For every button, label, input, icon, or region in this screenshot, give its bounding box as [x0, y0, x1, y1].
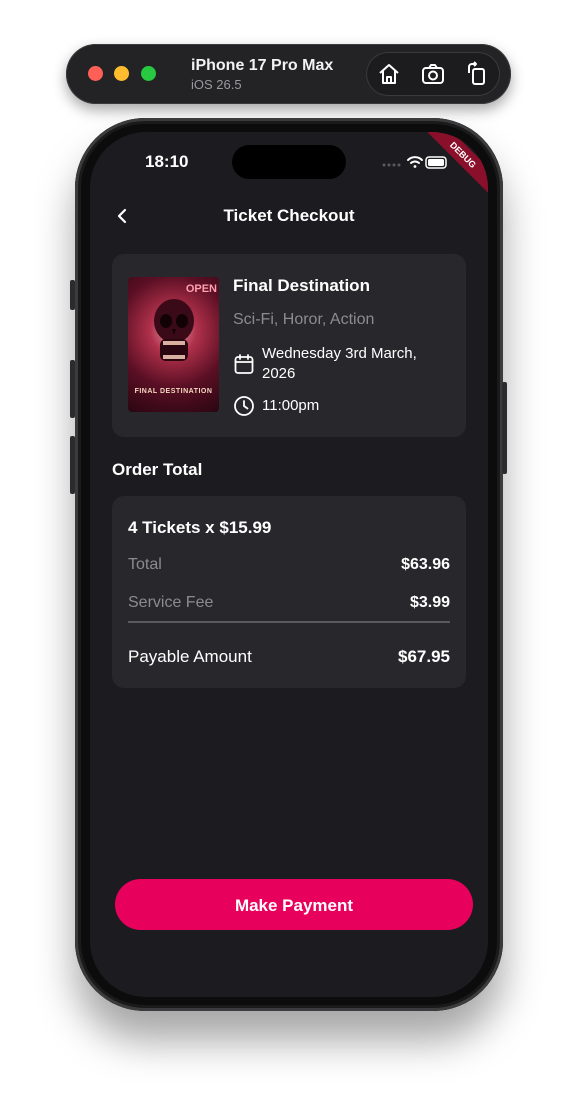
payable-value: $67.95: [398, 647, 450, 666]
device-name: iPhone 17 Pro Max: [191, 57, 334, 74]
poster-title: FINAL DESTINATION: [134, 388, 213, 395]
wifi-icon: [407, 156, 423, 168]
dynamic-island: [232, 145, 346, 179]
clock-icon: [233, 395, 255, 417]
status-time: 18:10: [145, 152, 189, 171]
os-version: iOS 26.5: [191, 77, 242, 92]
zoom-window-button[interactable]: [141, 66, 156, 81]
payable-row: Payable Amount $67.95: [128, 647, 450, 667]
movie-genres: Sci-Fi, Horor, Action: [233, 311, 375, 328]
minimize-window-button[interactable]: [114, 66, 129, 81]
movie-poster: OPEN FINAL DESTINATION: [128, 277, 219, 412]
power-button: [502, 382, 507, 474]
home-icon[interactable]: [376, 61, 402, 87]
rotate-icon[interactable]: [464, 61, 490, 87]
make-payment-button[interactable]: Make Payment: [115, 879, 473, 930]
poster-open-text: OPEN: [185, 283, 217, 295]
order-summary-card: 4 Tickets x $15.99 Total $63.96 Service …: [112, 496, 466, 688]
service-fee-label: Service Fee: [128, 594, 214, 611]
battery-icon: [425, 156, 447, 169]
simulator-actions: [366, 52, 500, 96]
show-time: 11:00pm: [262, 397, 320, 414]
total-label: Total: [128, 556, 162, 573]
movie-card: OPEN FINAL DESTINATION Final Destination…: [112, 254, 466, 437]
divider: [128, 621, 450, 623]
total-row: Total $63.96: [128, 556, 450, 574]
show-date: Wednesday 3rd March, 2026: [262, 345, 417, 382]
app-screen: 18:10 DEBUG Ticket Checkout OPEN FINAL D…: [90, 132, 488, 997]
movie-title: Final Destination: [233, 276, 370, 295]
screenshot-icon[interactable]: [420, 61, 446, 87]
signal-icon: [382, 163, 401, 167]
skull-illustration: [154, 299, 194, 361]
simulator-toolbar: iPhone 17 Pro Max iOS 26.5: [66, 44, 511, 104]
tickets-line: 4 Tickets x $15.99: [128, 518, 272, 537]
payable-label: Payable Amount: [128, 647, 252, 666]
close-window-button[interactable]: [88, 66, 103, 81]
status-icons: [382, 156, 447, 169]
calendar-icon: [233, 353, 255, 375]
total-value: $63.96: [401, 556, 450, 573]
volume-up-button: [70, 360, 75, 418]
action-button: [70, 280, 75, 310]
volume-down-button: [70, 436, 75, 494]
page-title: Ticket Checkout: [223, 206, 355, 225]
service-fee-row: Service Fee $3.99: [128, 594, 450, 612]
order-total-heading: Order Total: [112, 460, 203, 479]
service-fee-value: $3.99: [409, 594, 450, 611]
